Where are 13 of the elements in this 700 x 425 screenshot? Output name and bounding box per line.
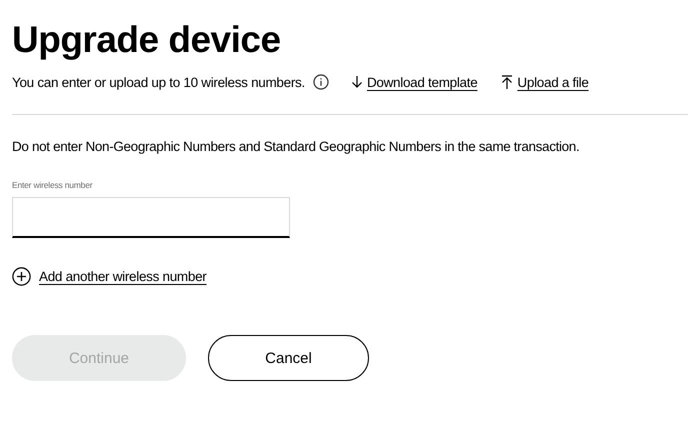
field-label: Enter wireless number xyxy=(12,180,94,190)
add-icon xyxy=(12,267,31,286)
download-icon xyxy=(350,75,363,89)
upload-icon xyxy=(501,75,514,89)
info-icon[interactable] xyxy=(312,74,329,90)
notice-text: Do not enter Non-Geographic Numbers and Standard Geographic Numbers in the same transaction. xyxy=(12,139,580,154)
upload-link[interactable]: Upload a file xyxy=(501,74,589,90)
intro-text: You can enter or upload up to 10 wireless numbers. xyxy=(12,74,305,90)
download-link[interactable]: Download template xyxy=(350,74,478,90)
add-number-link[interactable]: Add another wireless number xyxy=(39,269,206,284)
cancel-button[interactable]: Cancel xyxy=(208,335,369,381)
wireless-number-field[interactable] xyxy=(12,197,290,238)
page-title: Upgrade device xyxy=(12,18,282,62)
